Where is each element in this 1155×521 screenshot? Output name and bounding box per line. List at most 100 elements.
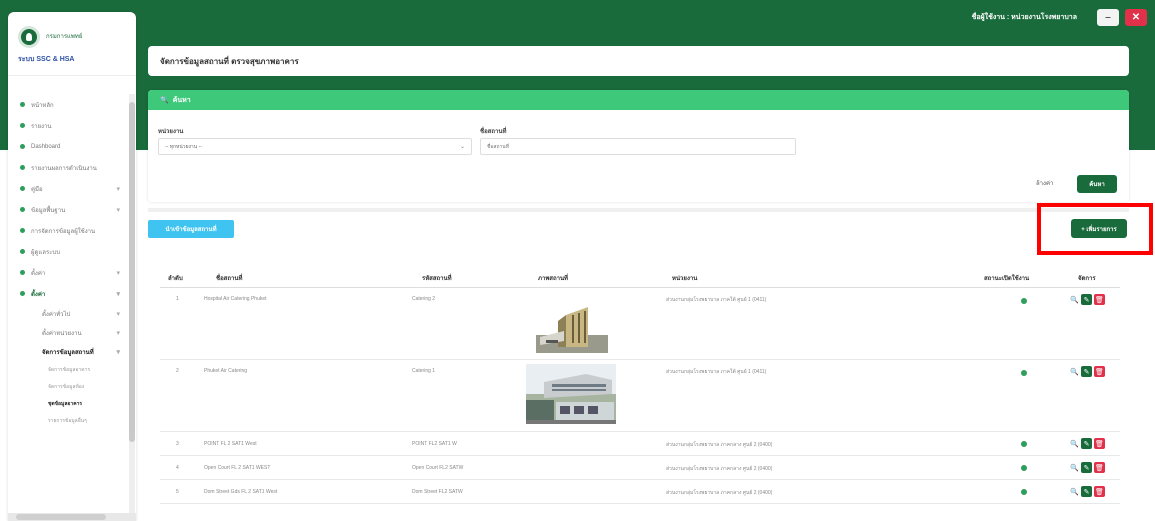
sidebar-item-label: ข้อมูลพื้นฐาน (31, 207, 66, 214)
sidebar-item-label: คู่มือ (31, 186, 43, 193)
location-code: Catering 2 (412, 296, 436, 302)
agency-select[interactable]: -- ทุกหน่วยงาน -- ⌄ (158, 138, 472, 155)
users-icon (20, 228, 25, 233)
page-title-bar: จัดการข้อมูลสถานที่ ตรวจสุขภาพอาคาร (148, 46, 1129, 76)
view-icon[interactable]: 🔍 (1070, 294, 1079, 305)
delete-icon[interactable]: 🗑 (1094, 486, 1105, 497)
user-info[interactable]: ชื่อผู้ใช้งาน : หน่วยงานโรงพยาบาล (972, 12, 1077, 23)
column-header-code[interactable]: รหัสสถานที่ (422, 273, 452, 283)
table-row: 1 Hospital Air Catering Phuket Catering … (160, 288, 1120, 360)
column-header-agency[interactable]: หน่วยงาน (672, 273, 697, 283)
sidebar: กรมการแพทย์ ระบบ SSC & HSA หน้าหลัก รายง… (8, 12, 136, 521)
sidebar-item-label: การจัดการข้อมูลผู้ใช้งาน (31, 228, 96, 235)
top-bar: ชื่อผู้ใช้งาน : หน่วยงานโรงพยาบาล – ✕ (140, 6, 1147, 28)
status-active-icon (1021, 489, 1027, 495)
row-number: 2 (176, 368, 179, 374)
search-button[interactable]: ค้นหา (1077, 175, 1117, 193)
sidebar-item-report[interactable]: รายงาน (8, 115, 136, 136)
import-locations-button[interactable]: นำเข้าข้อมูลสถานที่ (148, 220, 234, 238)
sidebar-subsubitem-room[interactable]: จัดการข้อมูลห้อง (8, 378, 136, 395)
sidebar-item-label: หน้าหลัก (31, 102, 54, 109)
table-row: 5 Dom Street Gds FL 2 SAT1 West Dom Stre… (160, 480, 1120, 504)
edit-icon[interactable]: ✎ (1081, 366, 1092, 377)
sidebar-subsubitem-building[interactable]: จัดการข้อมูลอาคาร (8, 361, 136, 378)
sidebar-scrollbar-thumb[interactable] (129, 102, 135, 442)
location-code: Open Court FL2 SATW (412, 465, 464, 471)
sidebar-item-admin[interactable]: ผู้ดูแลระบบ (8, 241, 136, 262)
search-icon: 🔍 (160, 97, 169, 104)
sidebar-subsubitem-other[interactable]: รายการข้อมูลอื่นๆ (8, 412, 136, 429)
sidebar-item-label: รายงานผลการดำเนินงาน (31, 165, 97, 172)
delete-icon[interactable]: 🗑 (1094, 294, 1105, 305)
chevron-down-icon: ▾ (116, 185, 120, 193)
sidebar-item-results[interactable]: รายงานผลการดำเนินงาน (8, 157, 136, 178)
sidebar-hscrollbar-thumb[interactable] (16, 514, 106, 520)
view-icon[interactable]: 🔍 (1070, 438, 1079, 449)
sidebar-subitem-label: ตั้งค่าหน่วยงาน (42, 330, 82, 337)
logo-block[interactable]: กรมการแพทย์ ระบบ SSC & HSA (8, 12, 136, 76)
chevron-down-icon: ⌄ (459, 144, 465, 150)
sidebar-subitem-locations[interactable]: จัดการข้อมูลสถานที่ ▾ (8, 342, 136, 361)
sidebar-item-settings-1[interactable]: ตั้งค่า ▾ (8, 262, 136, 283)
view-icon[interactable]: 🔍 (1070, 366, 1079, 377)
location-name-input[interactable] (480, 138, 796, 155)
sidebar-item-label: รายงาน (31, 123, 52, 130)
sidebar-item-dashboard[interactable]: Dashboard (8, 136, 136, 157)
chevron-down-icon: ▾ (116, 206, 120, 214)
sidebar-item-basic-data[interactable]: ข้อมูลพื้นฐาน ▾ (8, 199, 136, 220)
clear-button[interactable]: ล้างค่า (1036, 178, 1053, 188)
sidebar-item-label: Dashboard (31, 143, 61, 150)
delete-icon[interactable]: 🗑 (1094, 366, 1105, 377)
edit-icon[interactable]: ✎ (1081, 462, 1092, 473)
table-row: 2 Phuket Air Catering Catering 1 ส่วนงาน… (160, 360, 1120, 432)
page-title: จัดการข้อมูลสถานที่ ตรวจสุขภาพอาคาร (160, 56, 299, 66)
sidebar-subsubitem-label: รายการข้อมูลอื่นๆ (48, 417, 87, 424)
column-header-manage[interactable]: จัดการ (1078, 273, 1096, 283)
search-card-header: 🔍 ค้นหา (148, 90, 1129, 110)
delete-icon[interactable]: 🗑 (1094, 438, 1105, 449)
column-header-status[interactable]: สถานะเปิดใช้งาน (984, 273, 1029, 283)
row-actions: 🔍 ✎ 🗑 (1070, 438, 1105, 449)
chevron-down-icon: ▾ (116, 310, 120, 318)
sidebar-subitem-general[interactable]: ตั้งค่าทั่วไป ▾ (8, 304, 136, 323)
system-name: ระบบ SSC & HSA (18, 56, 75, 63)
agency-name: ส่วนงานกลุ่มโรงพยาบาล ภาคกลาง ศูนย์ 2 (0… (666, 466, 773, 472)
table-header: ลำดับ ชื่อสถานที่ รหัสสถานที่ ภาพสถานที่… (160, 266, 1120, 288)
location-image[interactable] (526, 364, 616, 424)
app-window: ชื่อผู้ใช้งาน : หน่วยงานโรงพยาบาล – ✕ กร… (0, 0, 1155, 521)
row-number: 5 (176, 489, 179, 495)
column-header-name[interactable]: ชื่อสถานที่ (216, 273, 242, 283)
column-header-no[interactable]: ลำดับ (168, 273, 183, 283)
sidebar-subitem-agency[interactable]: ตั้งค่าหน่วยงาน ▾ (8, 323, 136, 342)
sidebar-subsubitem-label: จัดการข้อมูลห้อง (48, 383, 85, 390)
row-actions: 🔍 ✎ 🗑 (1070, 462, 1105, 473)
divider (148, 208, 1129, 212)
sidebar-subsubitem-building-set[interactable]: ชุดข้อมูลอาคาร (8, 395, 136, 412)
sidebar-item-home[interactable]: หน้าหลัก (8, 94, 136, 115)
location-name: Dom Street Gds FL 2 SAT1 West (204, 489, 278, 495)
delete-icon[interactable]: 🗑 (1094, 462, 1105, 473)
table-row: 3 POINT FL 2 SAT1 West POINT FL2 SAT1 W … (160, 432, 1120, 456)
dashboard-icon (20, 144, 25, 149)
row-number: 3 (176, 441, 179, 447)
edit-icon[interactable]: ✎ (1081, 486, 1092, 497)
sidebar-item-settings-2[interactable]: ตั้งค่า ▾ (8, 283, 136, 304)
sidebar-subitem-label: ตั้งค่าทั่วไป (42, 311, 71, 318)
logo-emblem-icon (18, 26, 40, 48)
sidebar-item-manual[interactable]: คู่มือ ▾ (8, 178, 136, 199)
location-name: Open Court FL 2 SAT1 WEST (204, 465, 271, 471)
column-header-image[interactable]: ภาพสถานที่ (538, 273, 568, 283)
location-image[interactable] (536, 293, 608, 353)
sidebar-subsubitem-label: ชุดข้อมูลอาคาร (48, 400, 83, 407)
minimize-button[interactable]: – (1097, 8, 1119, 26)
sidebar-menu: หน้าหลัก รายงาน Dashboard รายงานผลการดำเ… (8, 76, 136, 429)
view-icon[interactable]: 🔍 (1070, 462, 1079, 473)
admin-icon (20, 249, 25, 254)
view-icon[interactable]: 🔍 (1070, 486, 1079, 497)
sidebar-item-user-mgmt[interactable]: การจัดการข้อมูลผู้ใช้งาน (8, 220, 136, 241)
locations-table: ลำดับ ชื่อสถานที่ รหัสสถานที่ ภาพสถานที่… (160, 266, 1120, 504)
row-number: 1 (176, 296, 179, 302)
edit-icon[interactable]: ✎ (1081, 294, 1092, 305)
edit-icon[interactable]: ✎ (1081, 438, 1092, 449)
close-button[interactable]: ✕ (1125, 8, 1147, 26)
